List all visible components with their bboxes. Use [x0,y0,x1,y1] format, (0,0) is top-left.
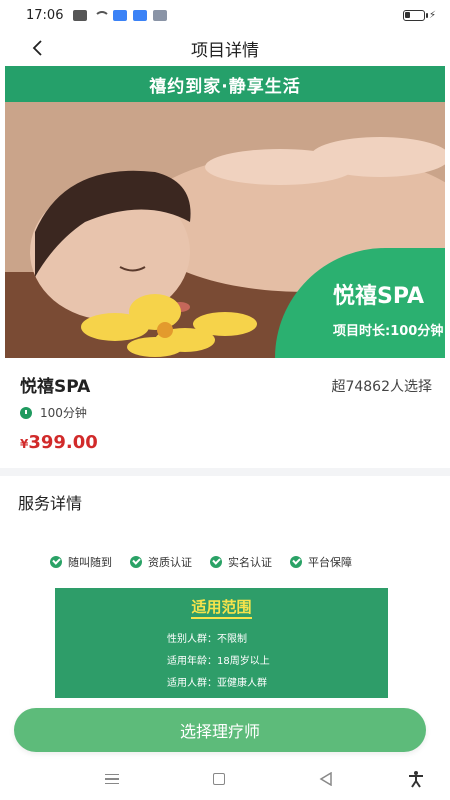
banner-badge-title: 悦禧SPA [333,284,424,309]
accessibility-button[interactable] [404,768,428,790]
feature-label: 随叫随到 [68,556,112,569]
feature-label: 平台保障 [308,556,352,569]
product-name: 悦禧SPA [20,377,91,397]
feature-label: 实名认证 [228,556,272,569]
chevron-left-icon [32,40,42,56]
menu-button[interactable] [100,768,124,790]
banner-headline: 禧约到家·静享生活 [149,76,301,97]
check-icon [210,556,222,568]
scope-title: 适用范围 [55,596,388,619]
scope-card: 适用范围 性别人群：不限制 适用年龄：18周岁以上 适用人群：亚健康人群 [55,588,388,698]
section-divider [0,468,450,476]
duration-text: 100分钟 [40,406,87,420]
clock-icon [20,406,32,419]
feature-item: 实名认证 [210,554,272,570]
hero-banner: 禧约到家·静享生活 悦禧SPA 项目时长:100分钟 [5,66,445,358]
select-therapist-label: 选择理疗师 [179,722,260,741]
product-info: 悦禧SPA 超74862人选择 100分钟 ¥399.00 [0,360,450,468]
page-title: 项目详情 [191,40,259,61]
battery-indicator: ⚡ [402,10,436,21]
app-notification-icon-2 [133,9,148,21]
back-nav-button[interactable] [314,768,338,790]
status-bar: 17:06 ⚡ [0,0,450,30]
battery-icon [402,10,428,21]
check-icon [290,556,302,568]
duration-row: 100分钟 [20,404,87,421]
feature-label: 资质认证 [148,556,192,569]
scope-row: 适用人群：亚健康人群 [167,678,267,689]
banner-badge-subtitle: 项目时长:100分钟 [333,324,444,339]
feature-item: 随叫随到 [50,554,112,570]
banner-headline-bar: 禧约到家·静享生活 [5,66,445,102]
price: ¥399.00 [20,432,98,453]
feature-list: 随叫随到 资质认证 实名认证 平台保障 [50,554,352,570]
charging-icon: ⚡ [428,10,436,21]
home-icon [213,773,225,785]
nav-bar: 项目详情 [0,28,450,68]
feature-item: 平台保障 [290,554,352,570]
scope-row: 性别人群：不限制 [167,634,247,645]
service-details: 随叫随到 资质认证 实名认证 平台保障 适用范围 性别人群：不限制 适用年龄：1… [0,538,450,708]
system-navigation-bar [0,760,450,800]
check-icon [50,556,62,568]
notification-icon [73,9,88,21]
sold-count: 超74862人选择 [331,379,432,395]
app-notification-icon-3 [153,9,168,21]
scope-title-text: 适用范围 [191,598,252,619]
app-notification-icon [113,9,128,21]
check-icon [130,556,142,568]
status-icons [73,9,168,21]
section-title-service: 服务详情 [18,494,83,513]
back-button[interactable] [24,34,52,62]
home-button[interactable] [207,768,231,790]
accessibility-icon [409,771,423,788]
price-value: 399.00 [28,432,98,453]
wifi-icon [93,9,111,21]
scope-row: 适用年龄：18周岁以上 [167,656,270,667]
select-therapist-button[interactable]: 选择理疗师 [14,708,426,752]
menu-icon [105,774,119,784]
feature-item: 资质认证 [130,554,192,570]
back-triangle-icon [319,772,332,786]
status-time: 17:06 [26,7,64,23]
